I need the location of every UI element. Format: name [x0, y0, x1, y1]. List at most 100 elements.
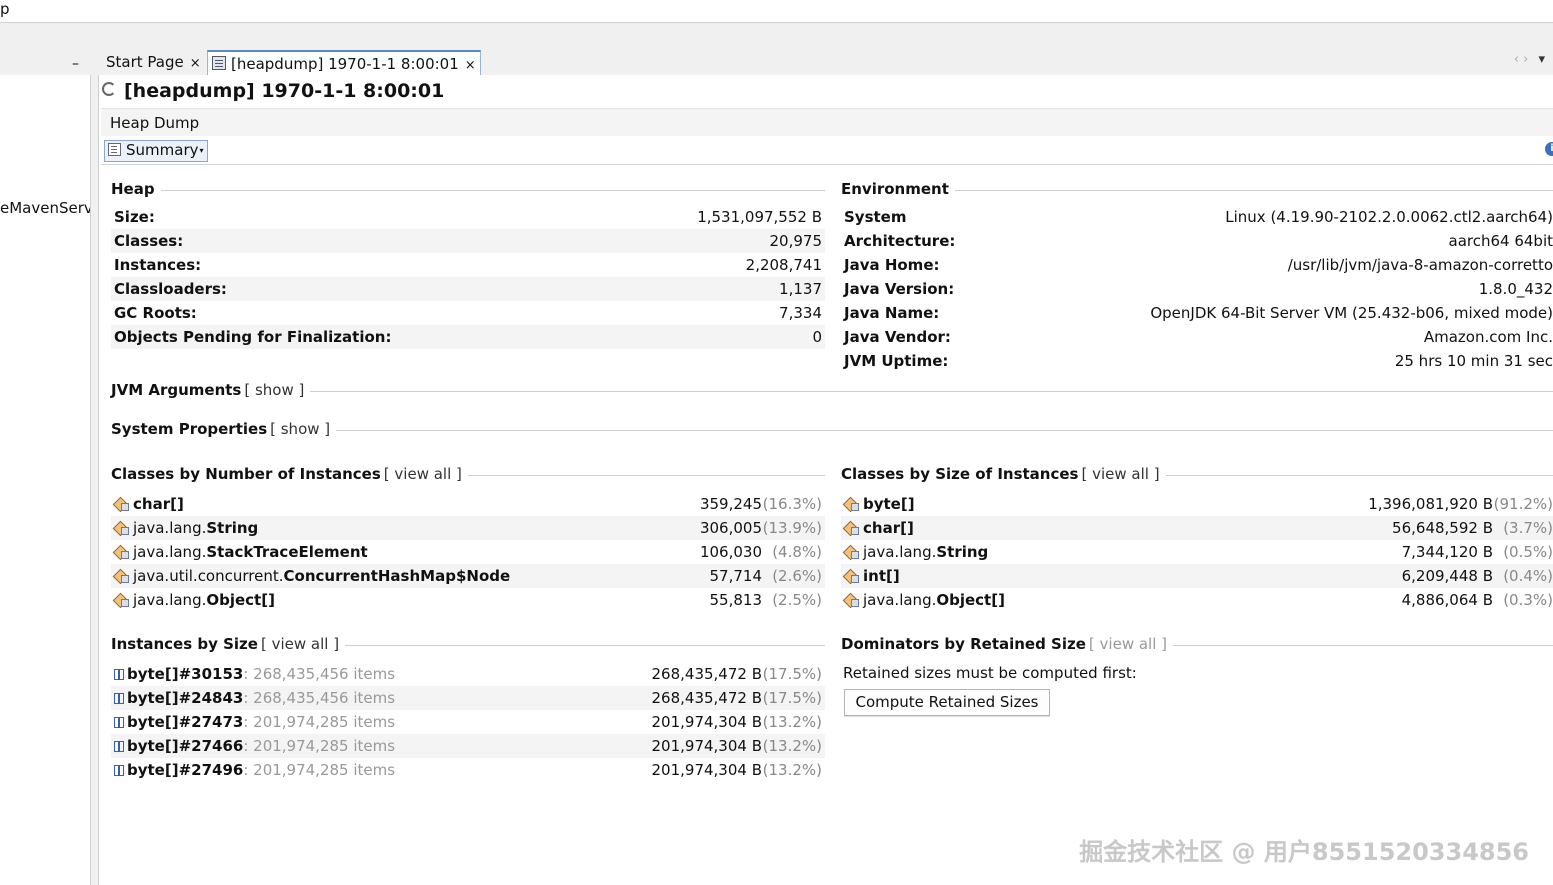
tab-label: Start Page	[106, 53, 184, 71]
table-row[interactable]: java.lang.String 306,005 (13.9%)	[111, 516, 825, 540]
table-row[interactable]: byte[]#27466: 201,974,285 items 201,974,3…	[111, 734, 825, 758]
table-row[interactable]: byte[] 1,396,081,920 B (91.2%)	[841, 492, 1553, 516]
class-name[interactable]: StackTraceElement	[206, 543, 367, 561]
env-key: Java Version:	[844, 280, 955, 298]
table-row[interactable]: java.lang.StackTraceElement 106,030 (4.8%)	[111, 540, 825, 564]
env-row: Java Home: /usr/lib/jvm/java-8-amazon-cor…	[841, 253, 1553, 277]
instance-name[interactable]: byte[]#24843	[127, 689, 243, 707]
table-row[interactable]: byte[]#24843: 268,435,456 items 268,435,4…	[111, 686, 825, 710]
watermark: 掘金技术社区 @ 用户8551520334856	[1079, 838, 1529, 866]
env-value: Linux (4.19.90-2102.2.0.0062.ctl2.aarch6…	[1225, 208, 1553, 226]
instance-percent: (2.6%)	[772, 567, 822, 585]
heap-key: Instances:	[114, 256, 202, 274]
panel-splitter[interactable]	[91, 75, 99, 885]
class-name[interactable]: String	[936, 543, 988, 561]
instance-count: 359,245	[699, 495, 762, 513]
instance-size: 56,648,592 B	[1392, 519, 1493, 537]
table-row[interactable]: byte[]#30153: 268,435,456 items 268,435,4…	[111, 662, 825, 686]
instance-percent: (17.5%)	[762, 689, 822, 707]
classes-by-size-table: byte[] 1,396,081,920 B (91.2%) char[] 56,64…	[841, 492, 1553, 612]
class-package: java.lang.	[133, 519, 207, 537]
heap-key: Classloaders:	[114, 280, 227, 298]
class-name[interactable]: Object[]	[936, 591, 1005, 609]
minimize-panel-button[interactable]: –	[72, 56, 79, 72]
env-value: Amazon.com Inc.	[1423, 328, 1553, 346]
chevron-down-icon[interactable]: ▾	[1538, 52, 1545, 67]
table-row[interactable]: int[] 6,209,448 B (0.4%)	[841, 564, 1553, 588]
classes-by-number-view-all-link[interactable]: [ view all ]	[384, 465, 462, 483]
view-select-label: Summary	[126, 141, 199, 159]
menu-fragment[interactable]: p	[0, 0, 10, 18]
view-select-dropdown[interactable]: Summary▾	[104, 140, 208, 162]
instance-name[interactable]: byte[]#27473	[127, 713, 243, 731]
close-icon[interactable]: ×	[465, 58, 476, 73]
system-properties-label: System Properties	[111, 420, 268, 438]
instance-items: : 201,974,285 items	[243, 713, 396, 731]
dominators-label: Dominators by Retained Size	[841, 635, 1086, 653]
jvm-arguments-show-link[interactable]: [ show ]	[244, 381, 304, 399]
class-name[interactable]: char[]	[863, 519, 914, 537]
system-properties-show-link[interactable]: [ show ]	[270, 420, 330, 438]
instance-size: 268,435,472 B	[651, 689, 763, 707]
instance-percent: (17.5%)	[762, 665, 822, 683]
left-panel: eMavenServ	[0, 75, 91, 885]
array-icon	[114, 740, 124, 752]
class-name[interactable]: Object[]	[206, 591, 275, 609]
instance-count: 57,714	[709, 567, 763, 585]
instance-percent: (0.3%)	[1503, 591, 1553, 609]
environment-section-title: Environment	[841, 180, 955, 198]
class-name[interactable]: String	[206, 519, 258, 537]
class-name[interactable]: byte[]	[863, 495, 915, 513]
instance-name[interactable]: byte[]#27496	[127, 761, 243, 779]
table-row[interactable]: byte[]#27496: 201,974,285 items 201,974,3…	[111, 758, 825, 782]
instances-by-size-view-all-link[interactable]: [ view all ]	[261, 635, 339, 653]
instance-percent: (13.2%)	[762, 737, 822, 755]
table-row[interactable]: java.lang.Object[] 4,886,064 B (0.3%)	[841, 588, 1553, 612]
class-icon	[844, 570, 859, 583]
heap-value: 1,531,097,552 B	[697, 208, 822, 226]
classes-by-number-label: Classes by Number of Instances	[111, 465, 381, 483]
classes-by-number-title: Classes by Number of Instances[ view all…	[111, 465, 468, 483]
dominators-view-all-link[interactable]: [ view all ]	[1089, 635, 1167, 653]
table-row[interactable]: char[] 359,245 (16.3%)	[111, 492, 825, 516]
heapdump-header: Heap Dump	[101, 108, 1553, 136]
table-row[interactable]: java.lang.Object[] 55,813 (2.5%)	[111, 588, 825, 612]
tab-label: [heapdump] 1970-1-1 8:00:01	[231, 55, 459, 73]
chevron-left-icon[interactable]: ‹	[1514, 52, 1519, 67]
heap-row: Classloaders: 1,137	[111, 277, 825, 301]
heap-value: 2,208,741	[745, 256, 822, 274]
left-panel-item[interactable]: eMavenServ	[0, 199, 90, 217]
compute-retained-sizes-button[interactable]: Compute Retained Sizes	[844, 689, 1050, 716]
env-row: Java Name: OpenJDK 64-Bit Server VM (25.4…	[841, 301, 1553, 325]
loading-icon	[102, 82, 116, 96]
table-row[interactable]: java.lang.String 7,344,120 B (0.5%)	[841, 540, 1553, 564]
chevron-right-icon[interactable]: ›	[1523, 52, 1528, 67]
heap-value: 0	[812, 328, 822, 346]
class-icon	[844, 498, 859, 511]
table-row[interactable]: char[] 56,648,592 B (3.7%)	[841, 516, 1553, 540]
env-row: Architecture: aarch64 64bit	[841, 229, 1553, 253]
tab-start-page[interactable]: Start Page ×	[102, 50, 205, 75]
array-icon	[114, 716, 124, 728]
class-name[interactable]: int[]	[863, 567, 900, 585]
instance-percent: (2.5%)	[772, 591, 822, 609]
class-name[interactable]: char[]	[133, 495, 184, 513]
table-row[interactable]: byte[]#27473: 201,974,285 items 201,974,3…	[111, 710, 825, 734]
table-row[interactable]: java.util.concurrent.ConcurrentHashMap$N…	[111, 564, 825, 588]
close-icon[interactable]: ×	[190, 56, 201, 71]
tab-navigation: ‹ › ▾	[1514, 52, 1545, 67]
classes-by-size-view-all-link[interactable]: [ view all ]	[1081, 465, 1159, 483]
instance-name[interactable]: byte[]#30153	[127, 665, 243, 683]
class-name[interactable]: ConcurrentHashMap$Node	[284, 567, 511, 585]
instance-percent: (13.2%)	[762, 713, 822, 731]
env-row: Java Vendor: Amazon.com Inc.	[841, 325, 1553, 349]
instance-percent: (13.2%)	[762, 761, 822, 779]
classes-by-size-label: Classes by Size of Instances	[841, 465, 1079, 483]
instance-name[interactable]: byte[]#27466	[127, 737, 243, 755]
tab-heapdump[interactable]: [heapdump] 1970-1-1 8:00:01 ×	[207, 50, 481, 75]
instance-size: 201,974,304 B	[651, 761, 763, 779]
heap-section-title: Heap	[111, 180, 161, 198]
info-icon[interactable]: i	[1545, 142, 1553, 156]
instance-count: 106,030	[699, 543, 762, 561]
instance-items: : 201,974,285 items	[243, 737, 396, 755]
